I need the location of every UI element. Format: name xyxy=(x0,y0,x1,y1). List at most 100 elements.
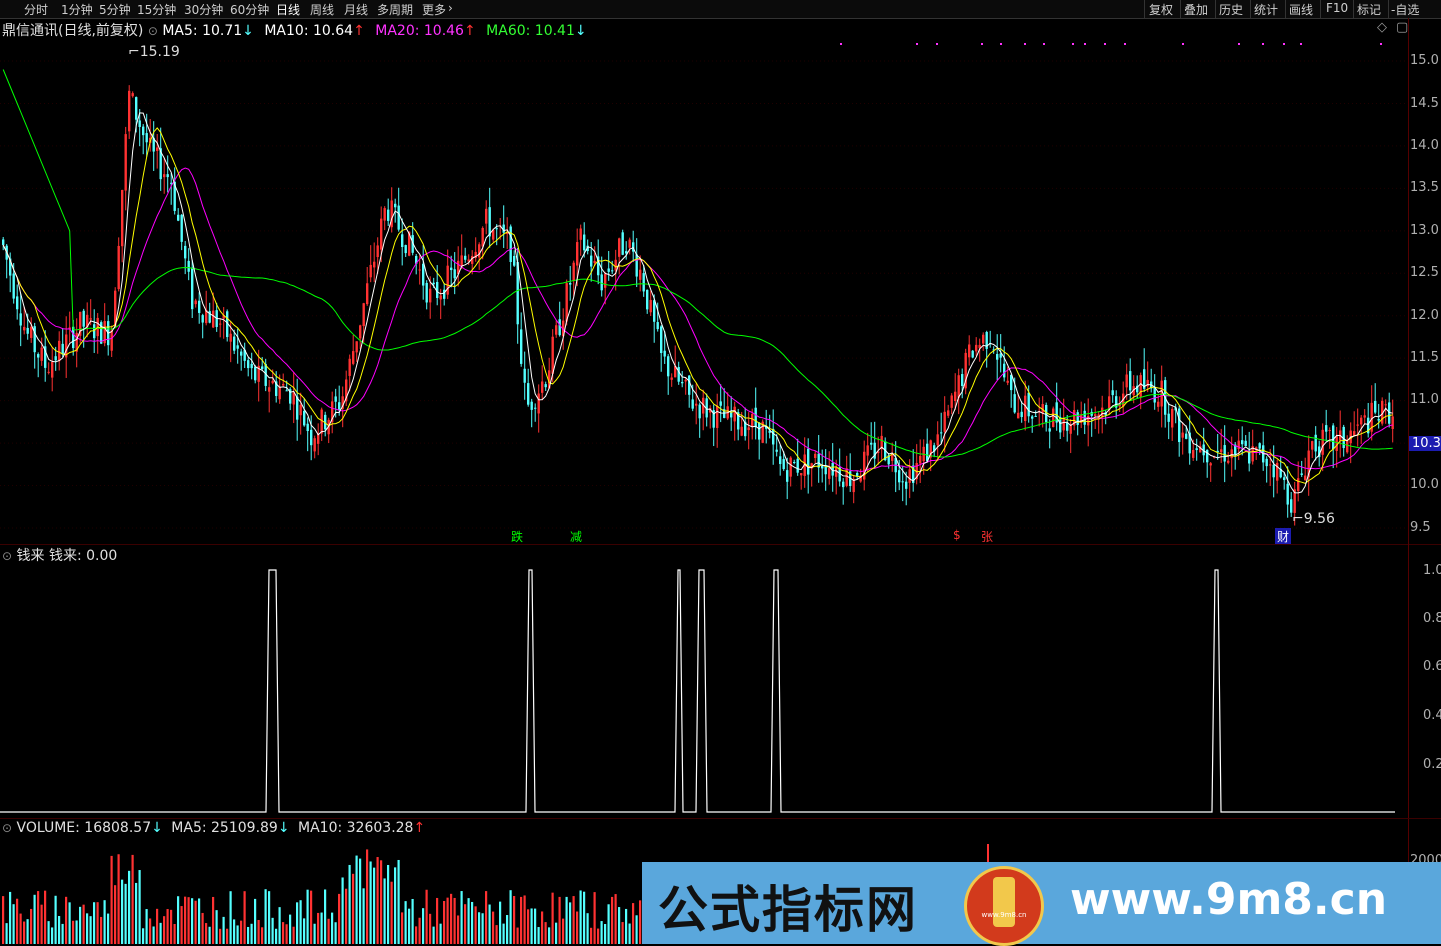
candle xyxy=(1160,365,1163,428)
tab-weekly[interactable]: 周线 xyxy=(310,1,334,18)
candle xyxy=(1335,426,1338,468)
volume-bar xyxy=(562,918,565,944)
volume-bar xyxy=(187,897,190,944)
candle xyxy=(464,247,467,263)
stats-button[interactable]: 统计 xyxy=(1254,1,1278,18)
tab-monthly[interactable]: 月线 xyxy=(344,1,368,18)
price-tick: 12.0 xyxy=(1410,308,1439,323)
volume-bar xyxy=(418,917,421,944)
volume-bar xyxy=(604,924,607,944)
candle xyxy=(58,331,61,371)
volume-bar xyxy=(275,928,278,944)
window-icon[interactable]: ▢ xyxy=(1396,20,1408,35)
volume-bar xyxy=(373,867,376,944)
candle xyxy=(1325,409,1328,442)
tab-daily[interactable]: 日线 xyxy=(276,1,300,18)
volume-bar xyxy=(152,926,155,944)
tab-1min[interactable]: 1分钟 xyxy=(61,1,93,18)
tab-multi-period[interactable]: 多周期 xyxy=(377,1,413,18)
volume-bar xyxy=(121,879,124,944)
candle xyxy=(254,364,257,384)
volume-bar xyxy=(439,923,442,944)
ma5-arrow: ↓ xyxy=(242,23,254,39)
diamond-icon[interactable]: ◇ xyxy=(1377,20,1387,35)
tab-30min[interactable]: 30分钟 xyxy=(184,1,223,18)
volume-bar xyxy=(303,918,306,944)
volume-bar xyxy=(450,893,453,944)
volume-bar xyxy=(247,926,250,944)
candle xyxy=(936,421,939,462)
f10-button[interactable]: F10 xyxy=(1326,1,1348,15)
volume-bar xyxy=(37,891,40,944)
tab-intraday[interactable]: 分时 xyxy=(24,1,48,18)
candle xyxy=(754,387,757,440)
candle xyxy=(730,396,733,431)
candle xyxy=(51,347,54,392)
candle xyxy=(1202,427,1205,463)
volume-bar xyxy=(404,901,407,944)
chevron-right-icon[interactable]: › xyxy=(448,1,453,15)
volume-bar xyxy=(131,854,134,944)
tab-5min[interactable]: 5分钟 xyxy=(99,1,131,18)
tab-more[interactable]: 更多 xyxy=(422,1,446,18)
candle xyxy=(705,393,708,427)
candle xyxy=(880,425,883,460)
ma60-arrow: ↓ xyxy=(574,23,587,39)
volume-bar xyxy=(394,867,397,944)
volume-bar xyxy=(61,923,64,944)
volume-bar xyxy=(191,898,194,944)
volume-bar xyxy=(128,870,131,944)
candle xyxy=(1223,425,1226,483)
volume-bar xyxy=(292,926,295,944)
candle xyxy=(352,335,355,366)
candle xyxy=(684,377,687,395)
ma20-arrow: ↑ xyxy=(463,23,476,39)
volume-bar xyxy=(296,902,299,944)
candle xyxy=(1171,406,1174,441)
watchlist-button[interactable]: -自选 xyxy=(1391,1,1419,18)
candle xyxy=(1356,408,1359,447)
candle xyxy=(723,388,726,419)
volume-bar xyxy=(226,928,229,944)
candle xyxy=(303,397,306,427)
volume-bar xyxy=(579,890,582,944)
overlay-button[interactable]: 叠加 xyxy=(1184,1,1208,18)
candle xyxy=(1195,438,1198,461)
collapse-icon[interactable]: ⊙ xyxy=(148,24,158,38)
candle xyxy=(320,407,323,442)
indicator-chart xyxy=(0,569,1395,813)
candle xyxy=(1020,401,1023,423)
volume-bar xyxy=(408,908,411,944)
candle xyxy=(726,392,729,421)
volume-bar xyxy=(369,861,372,944)
volume-bar xyxy=(156,908,159,944)
candle xyxy=(299,392,302,435)
candle xyxy=(579,224,582,256)
candle xyxy=(369,245,372,283)
volume-ma10-label: MA10: 32603.28 xyxy=(298,820,414,836)
history-button[interactable]: 历史 xyxy=(1219,1,1243,18)
indicator-tick: 0.4 xyxy=(1423,708,1441,723)
main-legend: 鼎信通讯(日线,前复权) ⊙ MA5: 10.71↓ MA10: 10.64↑ … xyxy=(2,20,587,40)
volume-bar xyxy=(142,928,145,944)
adjust-button[interactable]: 复权 xyxy=(1149,1,1173,18)
tab-60min[interactable]: 60分钟 xyxy=(230,1,269,18)
candle xyxy=(800,472,803,490)
candle xyxy=(1353,411,1356,436)
tab-15min[interactable]: 15分钟 xyxy=(137,1,176,18)
candle xyxy=(250,352,253,380)
mark-button[interactable]: 标记 xyxy=(1357,1,1381,18)
volume-bar xyxy=(138,870,141,944)
volume-bar xyxy=(184,896,187,944)
collapse-icon[interactable]: ⊙ xyxy=(2,821,12,835)
volume-bar xyxy=(446,897,449,944)
volume-bar xyxy=(40,904,43,944)
candle xyxy=(989,330,992,348)
candle xyxy=(96,313,99,354)
volume-bar xyxy=(618,907,621,944)
draw-line-button[interactable]: 画线 xyxy=(1289,1,1313,18)
volume-bar xyxy=(460,891,463,944)
ma10-arrow: ↑ xyxy=(353,23,365,39)
volume-bar xyxy=(313,923,316,944)
candle xyxy=(1286,466,1289,518)
